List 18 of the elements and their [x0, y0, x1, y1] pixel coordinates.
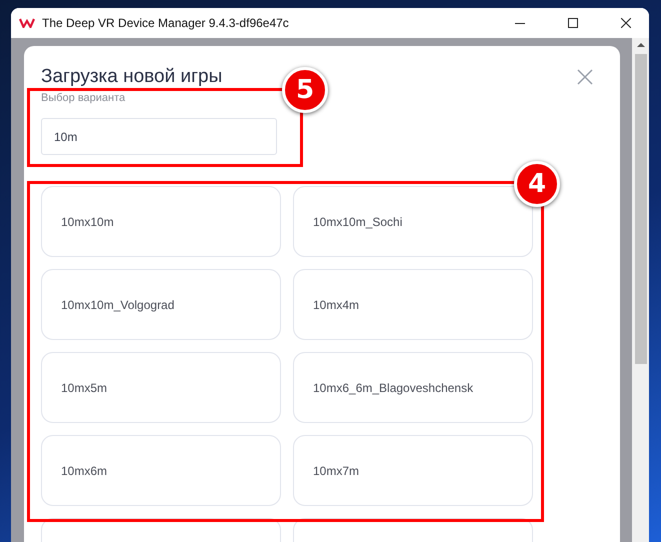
close-icon	[621, 18, 631, 28]
option-card[interactable]: 10mx6_6m_Blagoveshchensk	[293, 352, 533, 423]
search-field[interactable]: 10m	[41, 118, 277, 155]
option-card[interactable]: 10mx7m	[293, 435, 533, 506]
step-badge: 5	[282, 67, 328, 113]
scrollbar[interactable]	[632, 38, 649, 542]
maximize-icon	[568, 18, 578, 28]
option-card[interactable]: 10mx10m_Volgograd	[41, 269, 281, 340]
option-card[interactable]: 10mx10m	[41, 186, 281, 257]
logo-icon	[19, 18, 35, 28]
dialog-title: Загрузка новой игры	[41, 66, 222, 88]
close-icon[interactable]	[577, 69, 593, 85]
option-card[interactable]: 10mx5m	[41, 352, 281, 423]
step-badge: 4	[514, 161, 560, 207]
window-title: The Deep VR Device Manager 9.4.3-df96e47c	[42, 16, 290, 30]
field-label: Выбор варианта	[41, 92, 126, 104]
option-card[interactable]: 10mx4m	[293, 269, 533, 340]
option-card[interactable]: 10mx6m	[41, 435, 281, 506]
